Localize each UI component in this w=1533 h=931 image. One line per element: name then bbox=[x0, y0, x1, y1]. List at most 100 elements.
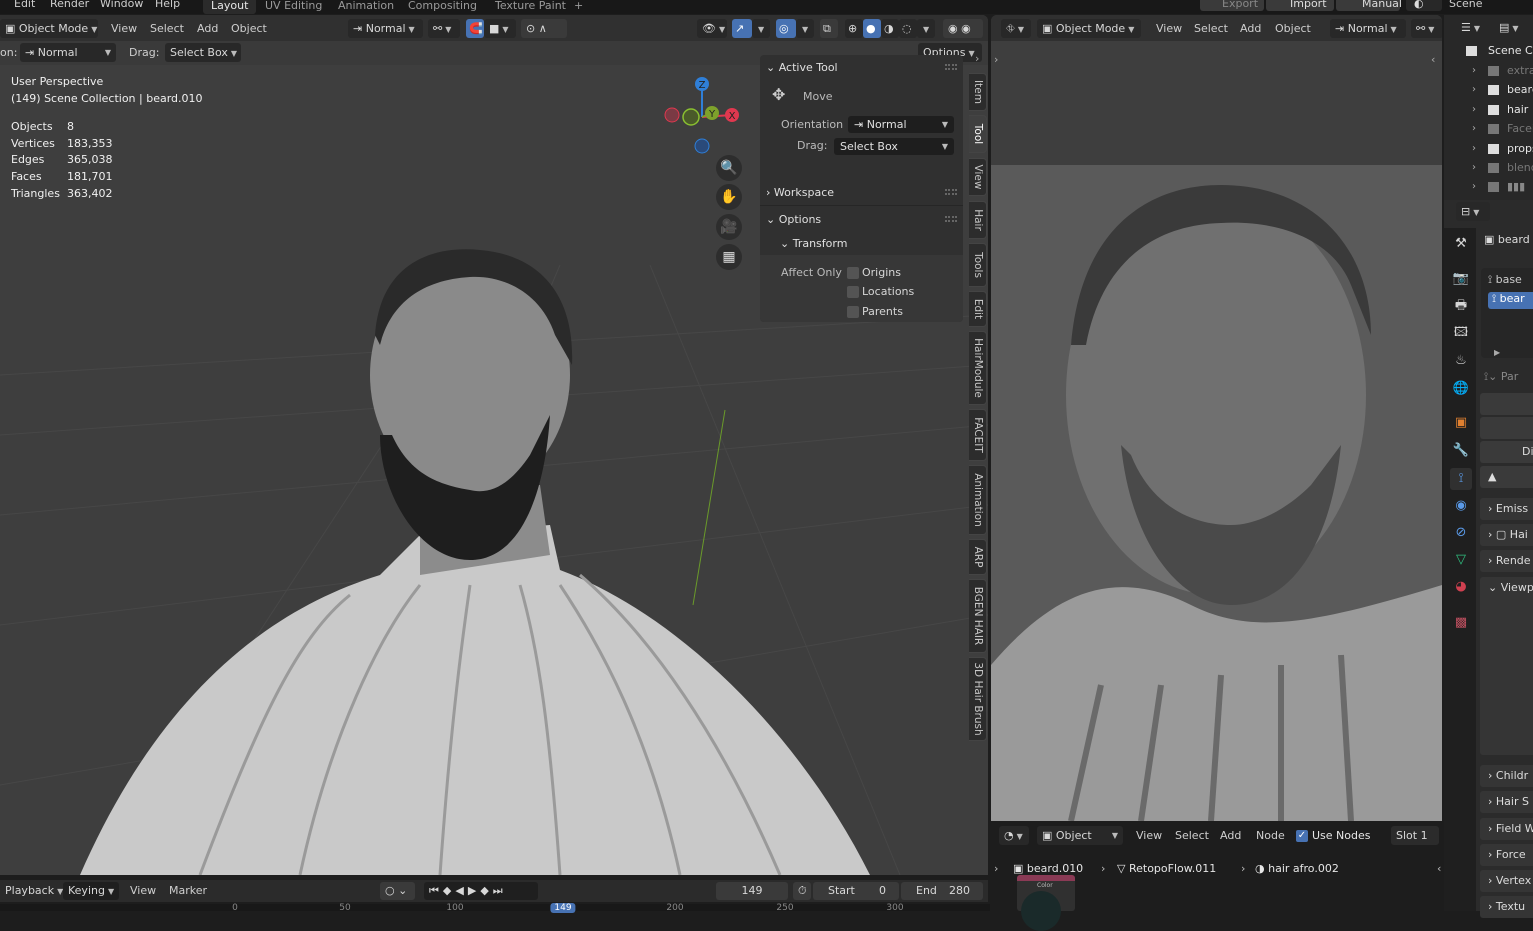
breadcrumb-mesh[interactable]: ▽ RetopoFlow.011 bbox=[1117, 862, 1216, 875]
transform-orientation-dropdown[interactable]: ⇥ Normal ▼ bbox=[1330, 19, 1406, 38]
transform-subsection[interactable]: ⌄ Transform bbox=[780, 237, 847, 250]
material-shading-icon[interactable]: ◑ bbox=[881, 19, 899, 38]
use-nodes-checkbox[interactable]: ✓ bbox=[1296, 830, 1308, 842]
navigation-gizmo[interactable]: Y X Z bbox=[660, 73, 745, 158]
menu-select[interactable]: Select bbox=[150, 19, 184, 38]
texture-properties-icon[interactable]: ▩ bbox=[1450, 612, 1472, 634]
next-keyframe-icon[interactable]: ◆ bbox=[480, 884, 492, 897]
color-wheel[interactable] bbox=[1021, 891, 1061, 931]
locations-checkbox[interactable] bbox=[847, 286, 859, 298]
section-hair-dynamics[interactable]: › ▢ Hai bbox=[1480, 524, 1533, 546]
add-workspace-button[interactable]: + bbox=[566, 0, 591, 14]
section-field-weights[interactable]: › Field W bbox=[1480, 818, 1533, 840]
expand-arrow-icon[interactable]: ▶ bbox=[1494, 348, 1500, 357]
render-properties-icon[interactable]: 📷 bbox=[1450, 268, 1472, 290]
tab-bgen-hair[interactable]: BGEN HAIR bbox=[969, 579, 987, 653]
tab-tool[interactable]: Tool bbox=[969, 115, 987, 153]
overlays-toggle-icon[interactable]: ◎ bbox=[776, 19, 796, 38]
section-viewport-display[interactable]: ⌄ Viewp bbox=[1480, 577, 1533, 755]
chevron-right-icon[interactable]: › bbox=[975, 52, 979, 65]
timeline-ruler[interactable] bbox=[0, 904, 990, 911]
pan-hand-icon[interactable]: ✋ bbox=[716, 184, 742, 210]
outliner-item[interactable]: ›blend bbox=[1444, 159, 1533, 178]
transform-orientation-dropdown[interactable]: ⇥ Normal ▼ bbox=[348, 19, 423, 38]
snap-target-icon[interactable]: ■ ▼ bbox=[484, 19, 516, 38]
outliner-item[interactable]: › ▮▮▮ bbox=[1444, 178, 1533, 197]
color-node[interactable]: Color bbox=[1017, 875, 1075, 931]
breadcrumb-material[interactable]: ◑ hair afro.002 bbox=[1255, 862, 1339, 875]
mode-dropdown[interactable]: ▣ Object Mode ▼ bbox=[0, 19, 98, 38]
chevron-left-icon[interactable]: ‹ bbox=[1437, 862, 1441, 875]
shader-type-dropdown[interactable]: ▣ Object ▼ bbox=[1037, 826, 1123, 845]
proportional-edit-icon[interactable]: ⊙ ∧ bbox=[521, 19, 567, 38]
manual-button[interactable]: Manual bbox=[1336, 0, 1402, 11]
tool-properties-icon[interactable]: ⚒ bbox=[1450, 233, 1472, 255]
tab-uv-editing[interactable]: UV Editing bbox=[257, 0, 330, 14]
play-icon[interactable]: ▶ bbox=[468, 884, 480, 897]
menu-window[interactable]: Window bbox=[100, 0, 143, 10]
chevron-right-icon[interactable]: › bbox=[994, 53, 998, 66]
property-button[interactable] bbox=[1480, 417, 1533, 439]
drag-handle-icon[interactable] bbox=[945, 216, 957, 222]
parents-checkbox[interactable] bbox=[847, 306, 859, 318]
menu-select[interactable]: Select bbox=[1194, 19, 1228, 38]
menu-view[interactable]: View bbox=[111, 19, 137, 38]
pivot-point-icon[interactable]: ⚯ ▼ bbox=[428, 19, 460, 38]
menu-add[interactable]: Add bbox=[1220, 826, 1241, 845]
current-frame-field[interactable]: 149 bbox=[716, 882, 788, 900]
import-button[interactable]: Import bbox=[1266, 0, 1334, 11]
list-item[interactable]: ⟟ base bbox=[1488, 273, 1522, 287]
playback-dropdown[interactable]: Playback ▼ bbox=[0, 882, 63, 900]
section-vertex-groups[interactable]: › Vertex bbox=[1480, 870, 1533, 892]
property-button[interactable] bbox=[1480, 393, 1533, 415]
tab-faceit[interactable]: FACEIT bbox=[969, 409, 987, 461]
material-properties-icon[interactable]: ◕ bbox=[1450, 576, 1472, 598]
menu-add[interactable]: Add bbox=[197, 19, 218, 38]
data-properties-icon[interactable]: ▽ bbox=[1450, 549, 1472, 571]
gizmo-toggle-icon[interactable]: ↗ bbox=[732, 19, 752, 38]
export-button[interactable]: Export bbox=[1200, 0, 1264, 11]
breadcrumb-object[interactable]: ▣ beard.010 bbox=[1013, 862, 1083, 875]
menu-view[interactable]: View bbox=[130, 882, 156, 900]
drag-dropdown[interactable]: Select Box ▼ bbox=[834, 138, 954, 155]
visibility-icon[interactable]: 👁 ▼ bbox=[697, 19, 727, 38]
particle-properties-icon[interactable]: ⟟ bbox=[1450, 468, 1472, 490]
tab-hairmodule[interactable]: HairModule bbox=[969, 331, 987, 405]
property-button[interactable]: ▲ bbox=[1480, 466, 1533, 488]
particle-settings-field[interactable]: ⟟⌄ Par bbox=[1484, 370, 1518, 384]
overlays-dropdown[interactable]: ▼ bbox=[796, 19, 814, 38]
wireframe-shading-icon[interactable]: ⊕ bbox=[845, 19, 863, 38]
jump-end-icon[interactable]: ⏭ bbox=[493, 884, 507, 897]
options-section[interactable]: ⌄ Options bbox=[766, 213, 821, 226]
modifier-properties-icon[interactable]: 🔧 bbox=[1450, 440, 1472, 462]
workspace-section[interactable]: › Workspace bbox=[766, 186, 834, 199]
outliner-item[interactable]: › extra bbox=[1444, 62, 1533, 81]
start-frame-field[interactable]: Start 0 bbox=[813, 882, 899, 900]
list-item-selected[interactable]: ⟟ bear bbox=[1488, 292, 1533, 309]
drag-dropdown[interactable]: Select Box ▼ bbox=[165, 43, 241, 62]
menu-object[interactable]: Object bbox=[1275, 19, 1311, 38]
auto-keying-icon[interactable]: ○ ⌄ bbox=[380, 882, 415, 900]
world-properties-icon[interactable]: 🌐 bbox=[1450, 378, 1472, 400]
current-frame-indicator[interactable]: 149 bbox=[550, 903, 576, 913]
property-button[interactable]: Di bbox=[1480, 441, 1533, 463]
shading-dropdown[interactable]: ▼ bbox=[917, 19, 935, 38]
stopwatch-icon[interactable]: ⏱ bbox=[793, 882, 811, 900]
menu-select[interactable]: Select bbox=[1175, 826, 1209, 845]
rendered-shading-icon[interactable]: ◌ bbox=[899, 19, 917, 38]
render-viewport[interactable]: ⛗ ▼ ▣ Object Mode ▼ View Select Add Object… bbox=[991, 15, 1442, 821]
section-hair-shape[interactable]: › Hair S bbox=[1480, 791, 1533, 813]
outliner-item[interactable]: ›beard bbox=[1444, 81, 1533, 100]
keying-dropdown[interactable]: Keying ▼ bbox=[63, 882, 119, 900]
output-properties-icon[interactable]: 🖶 bbox=[1450, 295, 1472, 317]
origins-checkbox[interactable] bbox=[847, 267, 859, 279]
editor-type-icon[interactable]: ◔ ▼ bbox=[999, 826, 1029, 845]
menu-edit[interactable]: Edit bbox=[14, 0, 35, 10]
gizmo-dropdown[interactable]: ▼ bbox=[752, 19, 770, 38]
section-emission[interactable]: › Emiss bbox=[1480, 498, 1533, 520]
menu-add[interactable]: Add bbox=[1240, 19, 1261, 38]
solid-shading-icon[interactable]: ● bbox=[863, 19, 881, 38]
tab-animation[interactable]: Animation bbox=[969, 465, 987, 535]
tab-view[interactable]: View bbox=[969, 158, 987, 196]
outliner-scene-collection[interactable]: Scene Co bbox=[1444, 42, 1533, 61]
